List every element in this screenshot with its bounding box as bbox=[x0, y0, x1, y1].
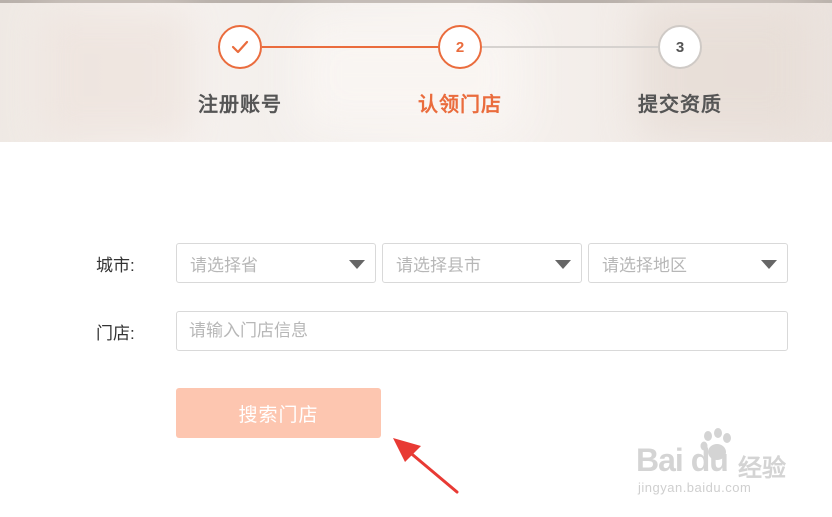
step-2-circle: 2 bbox=[438, 25, 482, 69]
progress-line-complete bbox=[262, 46, 438, 48]
top-border bbox=[0, 0, 832, 3]
province-select[interactable]: 请选择省 bbox=[176, 243, 376, 283]
progress-header: 注册账号 2 认领门店 3 提交资质 bbox=[0, 0, 832, 142]
city-label: 城市: bbox=[96, 256, 135, 275]
paw-icon bbox=[700, 428, 731, 460]
check-icon bbox=[231, 40, 249, 54]
step-3-circle: 3 bbox=[658, 25, 702, 69]
red-arrow-icon bbox=[393, 438, 459, 494]
caret-down-icon bbox=[349, 260, 365, 269]
city-select-placeholder: 请选择县市 bbox=[396, 255, 481, 275]
search-store-button[interactable]: 搜索门店 bbox=[176, 388, 381, 438]
step-2-label: 认领门店 bbox=[418, 94, 502, 116]
step-1-label: 注册账号 bbox=[198, 94, 282, 116]
watermark-suffix: 经验 bbox=[738, 455, 786, 482]
store-input[interactable] bbox=[176, 311, 788, 351]
store-label: 门店: bbox=[96, 324, 135, 343]
city-select[interactable]: 请选择县市 bbox=[382, 243, 582, 283]
step-1-circle bbox=[218, 25, 262, 69]
caret-down-icon bbox=[761, 260, 777, 269]
watermark-url: jingyan.baidu.com bbox=[638, 480, 752, 495]
district-select[interactable]: 请选择地区 bbox=[588, 243, 788, 283]
baidu-jingyan-watermark: Bai du 经验 jingyan.baidu.com bbox=[636, 420, 796, 500]
step-3-label: 提交资质 bbox=[638, 94, 722, 116]
province-select-placeholder: 请选择省 bbox=[190, 255, 258, 275]
caret-down-icon bbox=[555, 260, 571, 269]
progress-line-pending bbox=[482, 46, 658, 48]
district-select-placeholder: 请选择地区 bbox=[602, 255, 687, 275]
